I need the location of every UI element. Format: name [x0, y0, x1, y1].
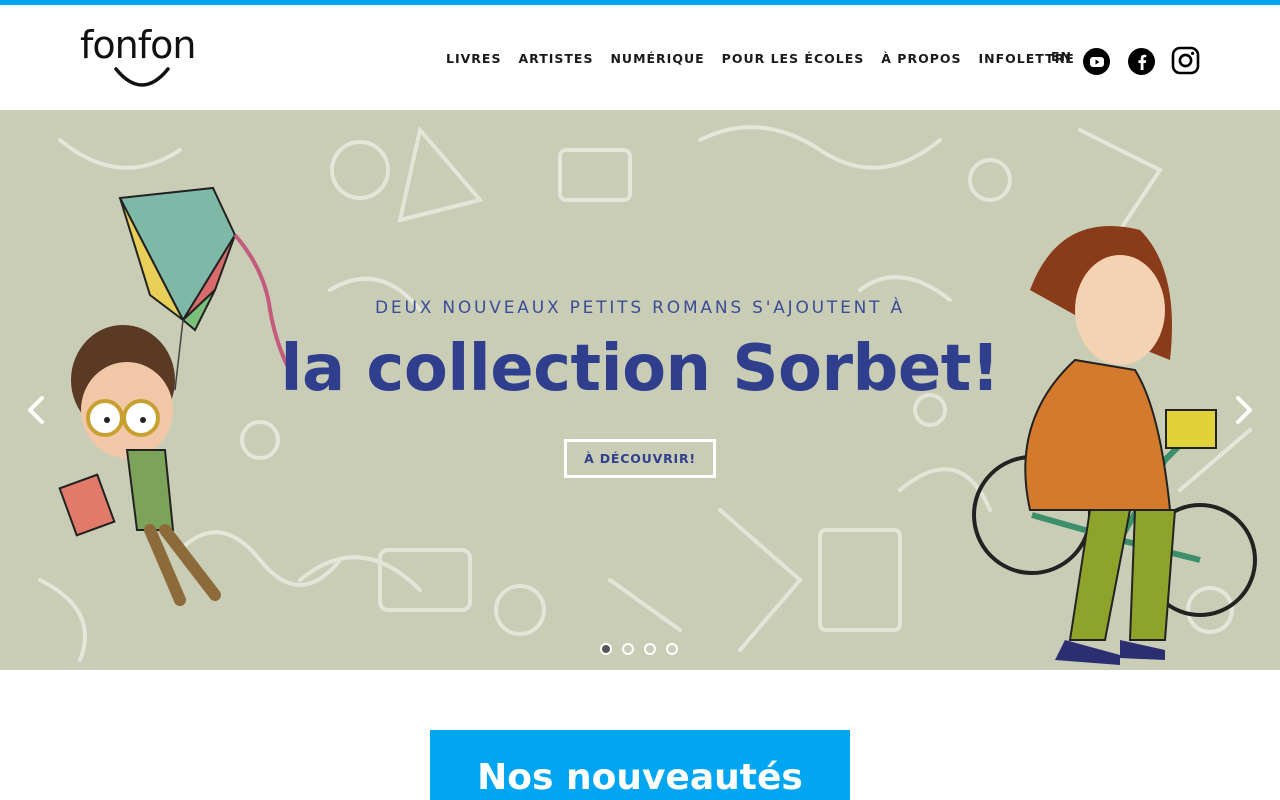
nav-item-numerique[interactable]: NUMÉRIQUE — [610, 51, 704, 66]
instagram-icon[interactable] — [1171, 46, 1200, 75]
hero-carousel: DEUX NOUVEAUX PETITS ROMANS S'AJOUTENT À… — [0, 110, 1280, 670]
hero-title: la collection Sorbet! — [280, 332, 1001, 406]
carousel-prev-arrow-icon[interactable] — [20, 390, 50, 430]
carousel-next-arrow-icon[interactable] — [1230, 390, 1260, 430]
nav-item-a-propos[interactable]: À PROPOS — [881, 51, 961, 66]
section-title: Nos nouveautés — [477, 757, 803, 798]
carousel-dot-4[interactable] — [666, 643, 678, 655]
carousel-dot-3[interactable] — [644, 643, 656, 655]
logo-smile-icon — [114, 67, 170, 87]
youtube-icon[interactable] — [1083, 48, 1110, 75]
hero-subtitle: DEUX NOUVEAUX PETITS ROMANS S'AJOUTENT À — [375, 298, 905, 318]
new-releases-banner: Nos nouveautés — [430, 730, 850, 800]
nav-item-pour-les-ecoles[interactable]: POUR LES ÉCOLES — [722, 51, 865, 66]
language-switch[interactable]: EN — [1051, 49, 1072, 64]
nav-item-livres[interactable]: LIVRES — [446, 51, 501, 66]
carousel-dot-2[interactable] — [622, 643, 634, 655]
carousel-dots — [600, 643, 688, 655]
nav-item-artistes[interactable]: ARTISTES — [518, 51, 593, 66]
facebook-icon[interactable] — [1128, 48, 1155, 75]
site-header: fonfon LIVRES ARTISTES NUMÉRIQUE POUR LE… — [0, 5, 1280, 110]
carousel-dot-1[interactable] — [600, 643, 612, 655]
girl-with-bike-illustration — [972, 226, 1257, 665]
discover-button[interactable]: À DÉCOUVRIR! — [564, 439, 716, 478]
main-nav: LIVRES ARTISTES NUMÉRIQUE POUR LES ÉCOLE… — [446, 49, 1092, 67]
logo-wordmark: fonfon — [80, 23, 196, 67]
site-logo[interactable]: fonfon — [80, 23, 208, 95]
